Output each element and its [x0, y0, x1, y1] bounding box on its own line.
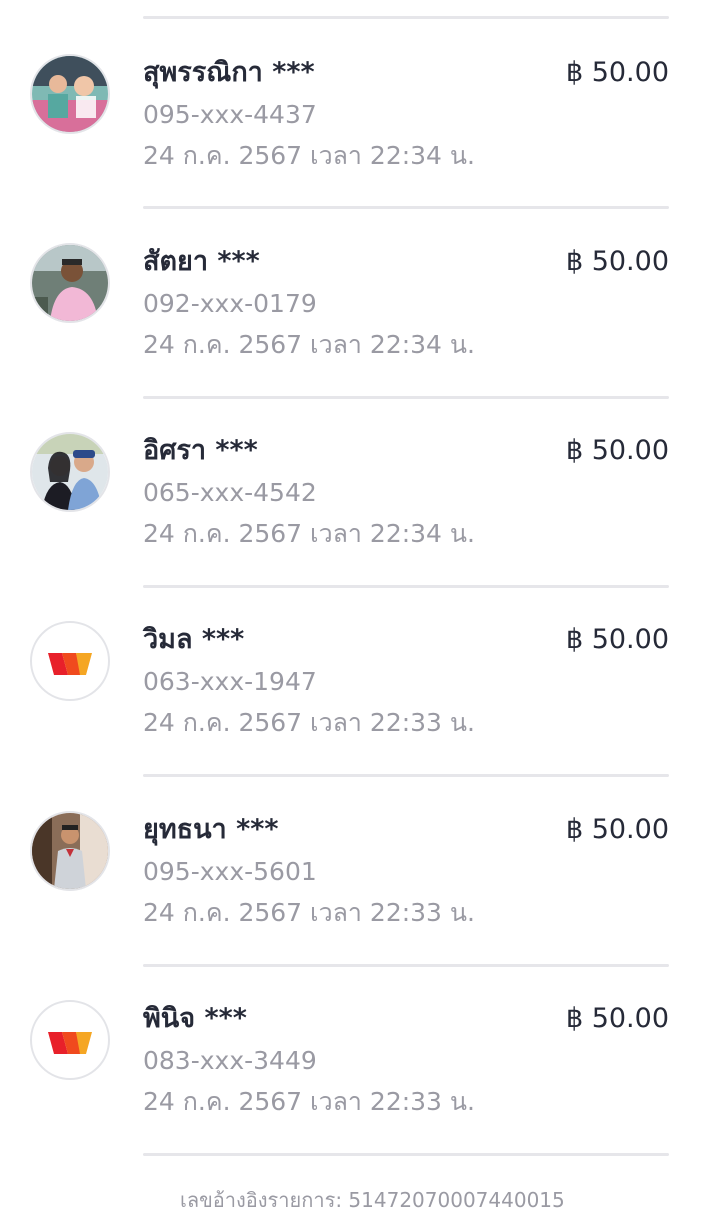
- transaction-datetime: 24 ก.ค. 2567 เวลา 22:34 น.: [143, 330, 475, 359]
- recipient-phone: 092-xxx-0179: [143, 289, 317, 318]
- avatar: [30, 243, 110, 323]
- recipient-phone: 063-xxx-1947: [143, 667, 317, 696]
- recipient-name: พินิจ ***: [143, 1003, 247, 1034]
- avatar: [30, 1000, 110, 1080]
- avatar: [30, 432, 110, 512]
- avatar: [30, 54, 110, 134]
- recipient-name: สัตยา ***: [143, 246, 260, 277]
- transaction-datetime: 24 ก.ค. 2567 เวลา 22:34 น.: [143, 141, 475, 170]
- truemoney-logo-icon: [48, 1032, 92, 1054]
- recipient-name: ยุทธนา ***: [143, 814, 279, 845]
- recipient-name: อิศรา ***: [143, 435, 258, 466]
- transaction-amount: ฿ 50.00: [565, 57, 669, 88]
- recipient-phone: 095-xxx-4437: [143, 100, 317, 129]
- truemoney-logo-icon: [48, 653, 92, 675]
- transaction-amount: ฿ 50.00: [565, 624, 669, 655]
- transaction-row[interactable]: วิมล *** ฿ 50.00 063-xxx-1947 24 ก.ค. 25…: [0, 586, 701, 772]
- transaction-amount: ฿ 50.00: [565, 814, 669, 845]
- recipient-phone: 095-xxx-5601: [143, 857, 317, 886]
- transaction-row[interactable]: ยุทธนา *** ฿ 50.00 095-xxx-5601 24 ก.ค. …: [0, 776, 701, 962]
- transaction-amount: ฿ 50.00: [565, 1003, 669, 1034]
- transaction-datetime: 24 ก.ค. 2567 เวลา 22:33 น.: [143, 1087, 475, 1116]
- recipient-name: สุพรรณิกา ***: [143, 57, 315, 88]
- recipient-phone: 065-xxx-4542: [143, 478, 317, 507]
- transaction-datetime: 24 ก.ค. 2567 เวลา 22:33 น.: [143, 708, 475, 737]
- transaction-row[interactable]: พินิจ *** ฿ 50.00 083-xxx-3449 24 ก.ค. 2…: [0, 965, 701, 1151]
- transaction-datetime: 24 ก.ค. 2567 เวลา 22:34 น.: [143, 519, 475, 548]
- avatar: [30, 811, 110, 891]
- transaction-datetime: 24 ก.ค. 2567 เวลา 22:33 น.: [143, 898, 475, 927]
- recipient-name: วิมล ***: [143, 624, 245, 655]
- recipient-phone: 083-xxx-3449: [143, 1046, 317, 1075]
- reference-number: เลขอ้างอิงรายการ: 51472070007440015: [180, 1188, 565, 1212]
- avatar: [30, 621, 110, 701]
- transaction-amount: ฿ 50.00: [565, 246, 669, 277]
- transaction-row[interactable]: อิศรา *** ฿ 50.00 065-xxx-4542 24 ก.ค. 2…: [0, 397, 701, 583]
- transaction-row[interactable]: สุพรรณิกา *** ฿ 50.00 095-xxx-4437 24 ก.…: [0, 19, 701, 205]
- transaction-amount: ฿ 50.00: [565, 435, 669, 466]
- transaction-row[interactable]: สัตยา *** ฿ 50.00 092-xxx-0179 24 ก.ค. 2…: [0, 208, 701, 394]
- list-divider: [143, 1153, 669, 1156]
